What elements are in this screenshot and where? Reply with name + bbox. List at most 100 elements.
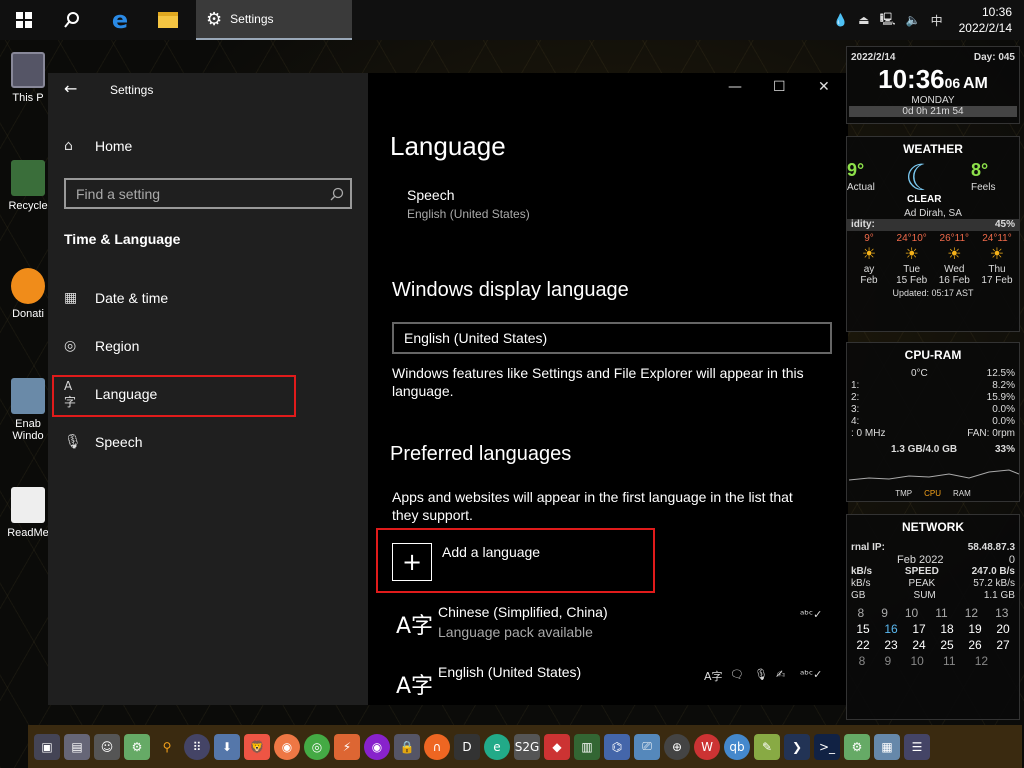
back-arrow-icon[interactable]: ←	[64, 79, 77, 98]
desktop-icon-enable-windows[interactable]: Enab Windo	[6, 378, 50, 442]
page-title: Language	[390, 131, 506, 161]
spellcheck-icon: ᵃᵇᶜ✓	[800, 668, 823, 681]
gear-icon[interactable]: ⚙	[844, 733, 870, 760]
sun-icon: ☀	[947, 246, 962, 263]
desktop-icon-label: Enab Windo	[12, 418, 44, 442]
search-icon[interactable]: ⚲	[154, 734, 180, 760]
desktop-icon-recycle-bin[interactable]: Recycle	[6, 160, 50, 212]
network-title: NETWORK	[902, 520, 964, 534]
network-icon[interactable]: 🖳	[880, 10, 896, 31]
desktop-icon-label: Recycle	[8, 200, 48, 212]
minimize-button[interactable]: —	[728, 79, 742, 95]
search-button[interactable]	[48, 0, 96, 40]
lock-icon[interactable]: 🔒	[394, 733, 420, 760]
cpu-history-graph	[848, 469, 1020, 481]
find-setting-search[interactable]: Find a setting	[64, 178, 352, 209]
onedrive-icon[interactable]: 💧	[833, 13, 848, 27]
nav-speech[interactable]: 🎙 Speech	[64, 424, 294, 460]
volume-icon[interactable]: 🔈	[906, 13, 921, 27]
remote-desktop-icon[interactable]: ⎚	[634, 733, 660, 760]
s2g-icon[interactable]: S2G	[514, 733, 540, 760]
close-button[interactable]: ✕	[818, 79, 830, 95]
desktop-icon-label: ReadMe	[7, 527, 49, 539]
control-panel-icon[interactable]: ▦	[874, 733, 900, 760]
computer-icon	[11, 52, 45, 88]
network-month-value: 0	[1008, 554, 1015, 566]
home-icon: ⌂	[64, 138, 73, 154]
command-prompt-icon[interactable]: >_	[814, 733, 840, 760]
maximize-button[interactable]: ☐	[773, 79, 786, 95]
media-player-icon[interactable]: ◉	[364, 733, 390, 760]
powershell-icon[interactable]: ❯	[784, 733, 810, 760]
chrome-icon[interactable]: ◎	[304, 733, 330, 760]
fan-speed: FAN: 0rpm	[967, 428, 1015, 439]
ram-usage: 1.3 GB/4.0 GB	[891, 444, 958, 455]
taskbar-app-label: Settings	[230, 12, 274, 26]
file-explorer-button[interactable]	[144, 0, 192, 40]
input-method-indicator[interactable]: 中	[931, 12, 943, 29]
speed-label: SPEED	[904, 566, 939, 577]
display-language-desc: Windows features like Settings and File …	[392, 365, 804, 399]
highlight-box-add-language	[376, 528, 655, 593]
desktop-icon-donation[interactable]: Donati	[6, 268, 50, 320]
edge-icon[interactable]: e	[484, 733, 510, 760]
language-row-chinese[interactable]: A字 Chinese (Simplified, China) Language …	[392, 604, 822, 654]
user-app-icon[interactable]: ☺	[94, 733, 120, 760]
firefox-icon[interactable]: ◉	[274, 733, 300, 760]
brave-browser-icon[interactable]: 🦁	[244, 733, 270, 760]
network-gadget: NETWORK rnal IP: 58.48.87.3 Feb 2022 0 kB/…	[846, 514, 1020, 720]
gadget-ampm: AM	[962, 75, 988, 92]
taskbar-settings-app[interactable]: ⚙ Settings	[196, 0, 352, 40]
qbittorrent-icon[interactable]: qb	[724, 733, 750, 760]
download-folder-icon[interactable]: ⬇	[214, 733, 240, 760]
clock-time: 10:36	[981, 5, 1012, 19]
legend-tmp: TMP	[895, 489, 913, 498]
start-button[interactable]	[0, 0, 48, 40]
display-language-dropdown[interactable]: English (United States)	[392, 322, 832, 354]
gear-icon[interactable]: ⚙	[124, 733, 150, 760]
core-usage: 15.9%	[986, 392, 1015, 403]
desktop-icon-readme[interactable]: ReadMe	[6, 487, 50, 539]
edge-browser-button[interactable]: e	[96, 0, 144, 40]
globe-icon[interactable]: ⊕	[664, 733, 690, 760]
nav-home[interactable]: ⌂ Home	[64, 128, 294, 164]
forecast-day: 24°11° ☀ Thu 17 Feb	[977, 233, 1017, 286]
cpu-total: 12.5%	[986, 368, 1015, 379]
monitor-icon[interactable]: ▥	[574, 733, 600, 760]
preferred-languages-desc: Apps and websites will appear in the fir…	[392, 489, 793, 523]
apps-grid-icon[interactable]: ⠿	[184, 733, 210, 760]
language-name: Chinese (Simplified, China)	[438, 604, 608, 620]
desktop-icon-this-pc[interactable]: This P	[6, 52, 50, 104]
torrent-icon[interactable]: ⚡	[334, 733, 360, 760]
speech-summary[interactable]: Speech English (United States)	[407, 187, 530, 221]
bitcoin-icon	[11, 268, 45, 304]
language-name: English (United States)	[438, 664, 582, 680]
vpn-icon[interactable]: ∩	[424, 733, 450, 760]
folder-icon	[11, 378, 45, 414]
legend-cpu: CPU	[924, 489, 941, 498]
photos-icon[interactable]: ▤	[64, 733, 90, 760]
wps-icon[interactable]: W	[694, 733, 720, 760]
search-icon	[64, 12, 79, 28]
nav-section-heading: Time & Language	[64, 231, 181, 247]
weather-actual: 9°	[847, 160, 865, 180]
ram-percent: 33%	[994, 444, 1015, 455]
computer-icon[interactable]: ▣	[34, 733, 60, 760]
edge-icon: e	[111, 6, 129, 34]
sliders-icon[interactable]: ☰	[904, 733, 930, 760]
humidity-value: 45%	[994, 219, 1015, 230]
gadget-seconds: 06	[944, 75, 961, 91]
nav-date-time[interactable]: ▦ Date & time	[64, 280, 294, 316]
network-computers-icon[interactable]: ⌬	[604, 733, 630, 760]
anydesk-icon[interactable]: ◆	[544, 733, 570, 760]
language-row-english[interactable]: A字 English (United States) A字 🗨 🎙 ✍ ᵃᵇᶜ✓	[392, 664, 822, 714]
nav-region[interactable]: ◎ Region	[64, 328, 294, 364]
microphone-icon: 🎙	[64, 434, 82, 450]
sum-label: SUM	[913, 590, 936, 601]
preferred-languages-heading: Preferred languages	[390, 443, 572, 465]
image-editor-icon[interactable]: ✎	[754, 733, 780, 760]
taskbar-clock[interactable]: 10:36 2022/2/14	[959, 4, 1012, 36]
terminal-d-icon[interactable]: D	[454, 733, 480, 760]
usb-device-icon[interactable]: ⏏	[858, 13, 869, 27]
document-icon	[11, 487, 45, 523]
